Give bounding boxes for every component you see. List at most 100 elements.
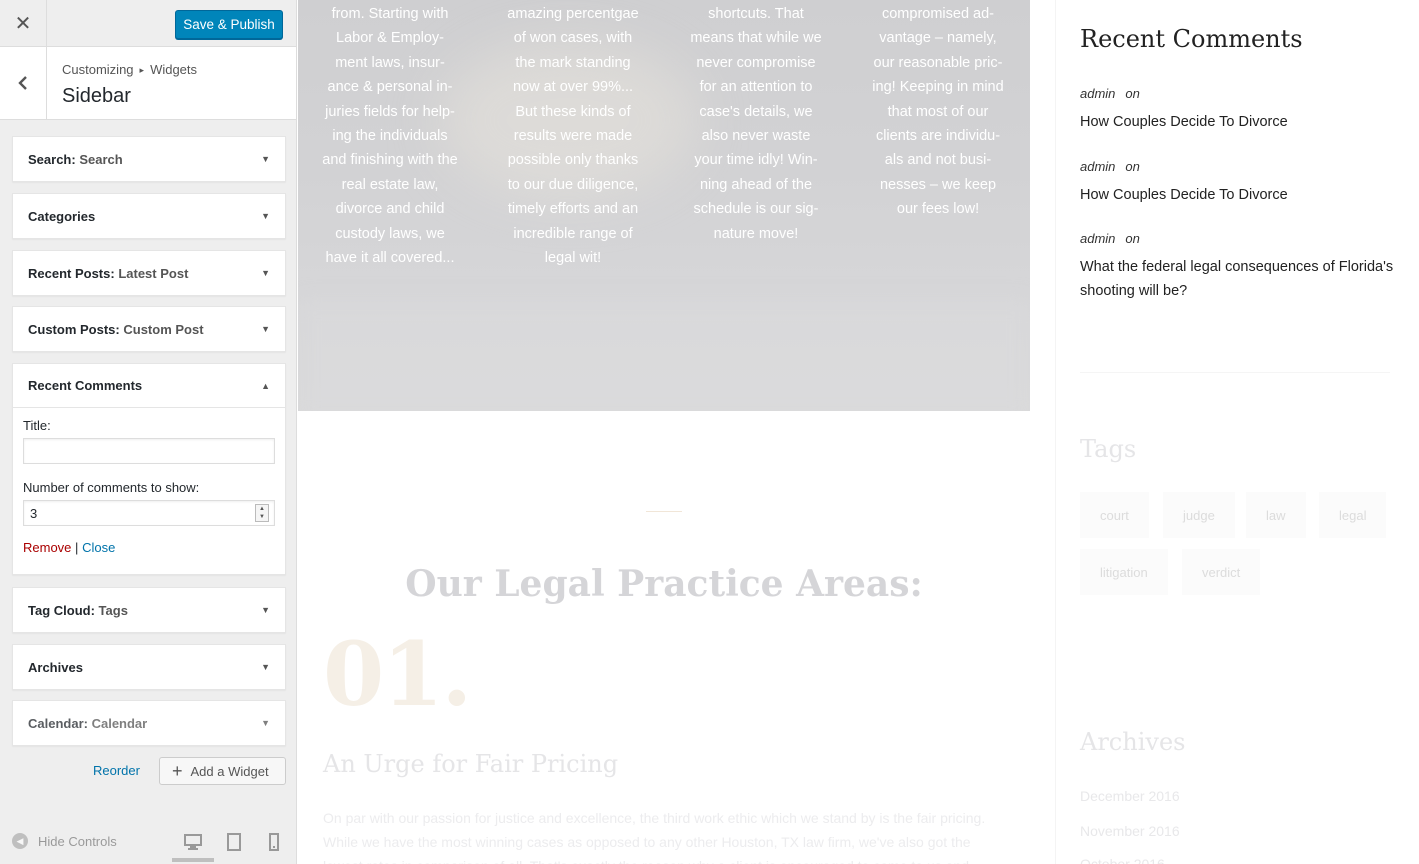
dropdown-arrow-icon[interactable]: ▼: [261, 154, 270, 164]
comment-on-label: on: [1125, 86, 1140, 101]
widget-header[interactable]: Calendar: Calendar ▼: [13, 701, 285, 745]
dropdown-arrow-icon[interactable]: ▼: [261, 268, 270, 278]
widget-header[interactable]: Tag Cloud: Tags ▼: [13, 588, 285, 632]
breadcrumb-separator: ▸: [139, 65, 145, 75]
widget-header[interactable]: Search: Search ▼: [13, 137, 285, 181]
breadcrumb-root: Customizing: [62, 62, 134, 77]
comment-author: admin on: [1080, 86, 1140, 101]
dropdown-arrow-icon[interactable]: ▼: [261, 662, 270, 672]
breadcrumb: Customizing ▸ Widgets: [62, 62, 197, 77]
widget-subtitle: Calendar: [91, 715, 148, 731]
widget-recent-comments[interactable]: Recent Comments ▲ Title: Number of comme…: [12, 363, 286, 575]
collapse-arrow-icon[interactable]: ▲: [261, 381, 270, 391]
tablet-preview-button[interactable]: [226, 833, 244, 853]
widget-subtitle: Search: [79, 151, 123, 167]
widget-search[interactable]: Search: Search ▼: [12, 136, 286, 182]
tag-link[interactable]: court: [1080, 492, 1149, 538]
comment-on-label: on: [1125, 159, 1140, 174]
plus-icon: +: [172, 760, 183, 781]
hero-background-bottom: [298, 300, 1030, 411]
widget-categories[interactable]: Categories ▼: [12, 193, 286, 239]
remove-widget-link[interactable]: Remove: [23, 540, 71, 555]
archives-title: Archives: [1080, 728, 1186, 756]
dropdown-arrow-icon[interactable]: ▼: [261, 605, 270, 615]
recent-comments-title: Recent Comments: [1080, 25, 1303, 53]
hide-controls-icon: ◀: [12, 833, 28, 849]
comment-post-link[interactable]: How Couples Decide To Divorce: [1080, 110, 1400, 134]
save-publish-button[interactable]: Save & Publish: [175, 10, 283, 39]
title-field[interactable]: [23, 438, 275, 464]
hero-section: from. Starting with Labor & Employ-ment …: [298, 0, 1030, 411]
comment-count-value: 3: [30, 506, 38, 521]
widget-tag-cloud[interactable]: Tag Cloud: Tags ▼: [12, 587, 286, 633]
breadcrumb-parent: Widgets: [150, 62, 198, 77]
mobile-preview-button[interactable]: [268, 833, 286, 853]
widget-form: Title: Number of comments to show: 3 ▲ ▼ …: [13, 408, 285, 569]
desktop-preview-button[interactable]: [184, 833, 202, 853]
active-device-indicator: [172, 858, 214, 862]
widget-header[interactable]: Recent Comments ▲: [13, 364, 285, 408]
widget-header[interactable]: Custom Posts: Custom Post ▼: [13, 307, 285, 351]
comment-on-label: on: [1125, 231, 1140, 246]
add-widget-label: Add a Widget: [190, 763, 269, 779]
spinner-arrows-icon[interactable]: ▲ ▼: [255, 504, 269, 522]
comment-author-name: admin: [1080, 159, 1116, 174]
dropdown-arrow-icon[interactable]: ▼: [261, 211, 270, 221]
close-icon: ✕: [14, 13, 32, 35]
tag-link[interactable]: judge: [1163, 492, 1235, 538]
widget-custom-posts[interactable]: Custom Posts: Custom Post ▼: [12, 306, 286, 352]
section-divider: [646, 511, 682, 512]
archive-link[interactable]: December 2016: [1080, 788, 1180, 804]
widget-subtitle: Tags: [98, 602, 128, 618]
comment-count-stepper[interactable]: 3 ▲ ▼: [23, 500, 275, 526]
widget-title: Recent Comments: [28, 378, 143, 393]
reorder-link[interactable]: Reorder: [93, 763, 140, 778]
sidebar-divider: [1080, 372, 1390, 373]
hero-column-text: from. Starting with Labor & Employ-ment …: [322, 6, 458, 267]
dropdown-arrow-icon[interactable]: ▼: [261, 324, 270, 334]
customizer-header: ✕ Save & Publish: [0, 0, 296, 47]
comment-post-link[interactable]: What the federal legal consequences of F…: [1080, 255, 1400, 303]
title-field-label: Title:: [23, 418, 51, 433]
comment-author-name: admin: [1080, 231, 1116, 246]
widget-title: Search:: [28, 151, 76, 167]
dropdown-arrow-icon[interactable]: ▼: [261, 718, 270, 728]
widget-title: Calendar:: [28, 715, 88, 731]
tag-link[interactable]: legal: [1319, 492, 1387, 538]
back-button[interactable]: [0, 47, 47, 119]
tags-title: Tags: [1080, 435, 1137, 463]
customizer-panel: ✕ Save & Publish Customizing ▸ Widgets Sid…: [0, 0, 297, 864]
widget-header[interactable]: Archives ▼: [13, 645, 285, 689]
comment-author-name: admin: [1080, 86, 1116, 101]
widget-title: Custom Posts:: [28, 321, 120, 337]
practice-number: 01.: [323, 622, 472, 726]
mobile-icon: [269, 833, 279, 851]
close-customizer-button[interactable]: ✕: [0, 0, 47, 47]
hide-controls-button[interactable]: ◀ Hide Controls: [12, 833, 117, 849]
tag-link[interactable]: litigation: [1080, 549, 1168, 595]
comment-author: admin on: [1080, 231, 1140, 246]
section-title: Sidebar: [62, 85, 131, 107]
widget-title: Recent Posts:: [28, 265, 115, 281]
widget-title: Categories: [28, 208, 96, 224]
back-chevron-icon: [18, 76, 27, 90]
practice-areas-title: Our Legal Practice Areas:: [405, 563, 923, 605]
widget-title: Archives: [28, 659, 83, 675]
widget-header[interactable]: Recent Posts: Latest Post ▼: [13, 251, 285, 295]
widget-title: Tag Cloud:: [28, 602, 95, 618]
close-widget-link[interactable]: Close: [82, 540, 115, 555]
archive-link[interactable]: November 2016: [1080, 823, 1180, 839]
widget-calendar[interactable]: Calendar: Calendar ▼: [12, 700, 286, 746]
archive-link[interactable]: October 2016: [1080, 856, 1165, 864]
tag-link[interactable]: law: [1246, 492, 1306, 538]
widget-recent-posts[interactable]: Recent Posts: Latest Post ▼: [12, 250, 286, 296]
tag-link[interactable]: verdict: [1182, 549, 1261, 595]
tablet-icon: [227, 833, 241, 851]
widget-header[interactable]: Categories ▼: [13, 194, 285, 238]
add-widget-button[interactable]: + Add a Widget: [159, 757, 286, 785]
action-separator: |: [75, 540, 79, 555]
comment-post-link[interactable]: How Couples Decide To Divorce: [1080, 183, 1400, 207]
hero-column-text: shortcuts. That means that while we neve…: [690, 6, 822, 242]
widget-archives[interactable]: Archives ▼: [12, 644, 286, 690]
widget-actions: Remove | Close: [23, 540, 275, 555]
